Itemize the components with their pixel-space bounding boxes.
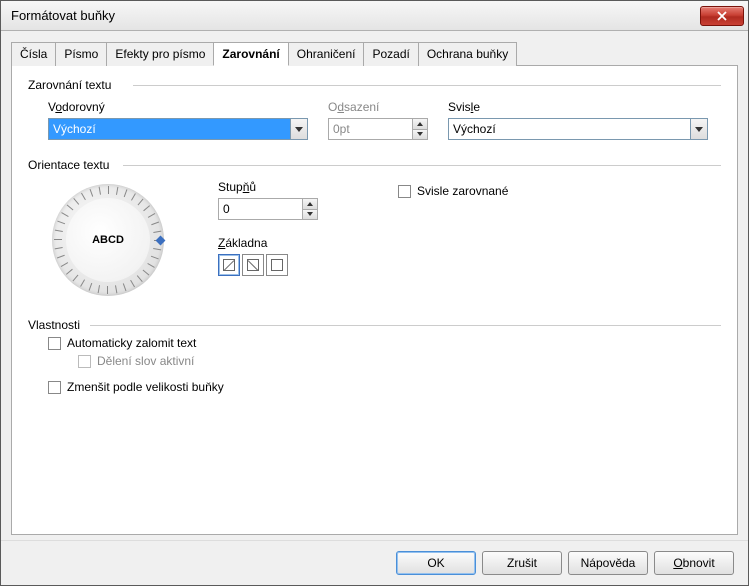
indent-spin-down <box>413 130 427 140</box>
button-bar: OK Zrušit Nápověda Obnovit <box>1 540 748 585</box>
group-properties-label: Vlastnosti <box>28 318 721 332</box>
tab-panel: Zarovnání textu Vodorovný Výchozí Odsaze… <box>11 65 738 535</box>
vertical-combo-button[interactable] <box>690 118 708 140</box>
vertical-combo[interactable]: Výchozí <box>448 118 708 140</box>
horizontal-label: Vodorovný <box>48 100 308 114</box>
orientation-row: ABCD Stupňů 0 <box>28 180 721 300</box>
wrap-checkbox-row[interactable]: Automaticky zalomit text <box>28 336 721 350</box>
refedge-label: Základna <box>218 236 318 250</box>
shrink-checkbox[interactable] <box>48 381 61 394</box>
tabstrip: Čísla Písmo Efekty pro písmo Zarovnání O… <box>11 41 738 65</box>
refedge-upper[interactable] <box>242 254 264 276</box>
chevron-down-icon <box>295 127 303 132</box>
tab-numbers[interactable]: Čísla <box>11 42 56 66</box>
refedge-lower[interactable] <box>218 254 240 276</box>
vertical-label: Svisle <box>448 100 708 114</box>
reset-button[interactable]: Obnovit <box>654 551 734 575</box>
window-title: Formátovat buňky <box>11 8 700 23</box>
horizontal-combo[interactable]: Výchozí <box>48 118 308 140</box>
refedge-lower-icon <box>223 259 235 271</box>
indent-value: 0pt <box>328 118 412 140</box>
degrees-spin-up[interactable] <box>303 199 317 210</box>
indent-spin-up <box>413 119 427 130</box>
tab-font-effects[interactable]: Efekty pro písmo <box>106 42 214 66</box>
chevron-up-icon <box>417 122 423 126</box>
alignment-row: Vodorovný Výchozí Odsazení 0pt <box>28 100 721 140</box>
horizontal-combo-value: Výchozí <box>48 118 290 140</box>
indent-spinner: 0pt <box>328 118 428 140</box>
close-button[interactable] <box>700 6 744 26</box>
group-orientation-label: Orientace textu <box>28 158 721 172</box>
tab-borders[interactable]: Ohraničení <box>288 42 365 66</box>
dialog-window: Formátovat buňky Čísla Písmo Efekty pro … <box>0 0 749 586</box>
rotation-dial[interactable]: ABCD <box>48 180 168 300</box>
titlebar: Formátovat buňky <box>1 1 748 31</box>
shrink-checkbox-row[interactable]: Zmenšit podle velikosti buňky <box>28 380 721 394</box>
degrees-spinner[interactable]: 0 <box>218 198 318 220</box>
degrees-spin-down[interactable] <box>303 210 317 220</box>
chevron-up-icon <box>307 202 313 206</box>
stacked-checkbox[interactable] <box>398 185 411 198</box>
chevron-down-icon <box>307 212 313 216</box>
chevron-down-icon <box>417 132 423 136</box>
stacked-checkbox-row[interactable]: Svisle zarovnané <box>398 184 508 198</box>
hyphen-checkbox <box>78 355 91 368</box>
horizontal-combo-button[interactable] <box>290 118 308 140</box>
chevron-down-icon <box>695 127 703 132</box>
close-icon <box>717 11 727 21</box>
hyphen-label: Dělení slov aktivní <box>97 354 194 368</box>
tab-font[interactable]: Písmo <box>55 42 107 66</box>
ok-button[interactable]: OK <box>396 551 476 575</box>
dialog-content: Čísla Písmo Efekty pro písmo Zarovnání O… <box>1 31 748 540</box>
refedge-buttons <box>218 254 318 276</box>
tab-background[interactable]: Pozadí <box>363 42 418 66</box>
tab-protection[interactable]: Ochrana buňky <box>418 42 517 66</box>
indent-label: Odsazení <box>328 100 428 114</box>
dial-text: ABCD <box>66 198 150 282</box>
degrees-label: Stupňů <box>218 180 318 194</box>
group-text-alignment-label: Zarovnání textu <box>28 78 721 92</box>
degrees-value[interactable]: 0 <box>218 198 302 220</box>
shrink-label: Zmenšit podle velikosti buňky <box>67 380 224 394</box>
refedge-inside-icon <box>271 259 283 271</box>
help-button[interactable]: Nápověda <box>568 551 648 575</box>
wrap-label: Automaticky zalomit text <box>67 336 196 350</box>
refedge-inside[interactable] <box>266 254 288 276</box>
cancel-button[interactable]: Zrušit <box>482 551 562 575</box>
refedge-upper-icon <box>247 259 259 271</box>
wrap-checkbox[interactable] <box>48 337 61 350</box>
stacked-label: Svisle zarovnané <box>417 184 508 198</box>
hyphen-checkbox-row: Dělení slov aktivní <box>28 354 721 368</box>
vertical-combo-value: Výchozí <box>448 118 690 140</box>
tab-alignment[interactable]: Zarovnání <box>213 42 288 66</box>
